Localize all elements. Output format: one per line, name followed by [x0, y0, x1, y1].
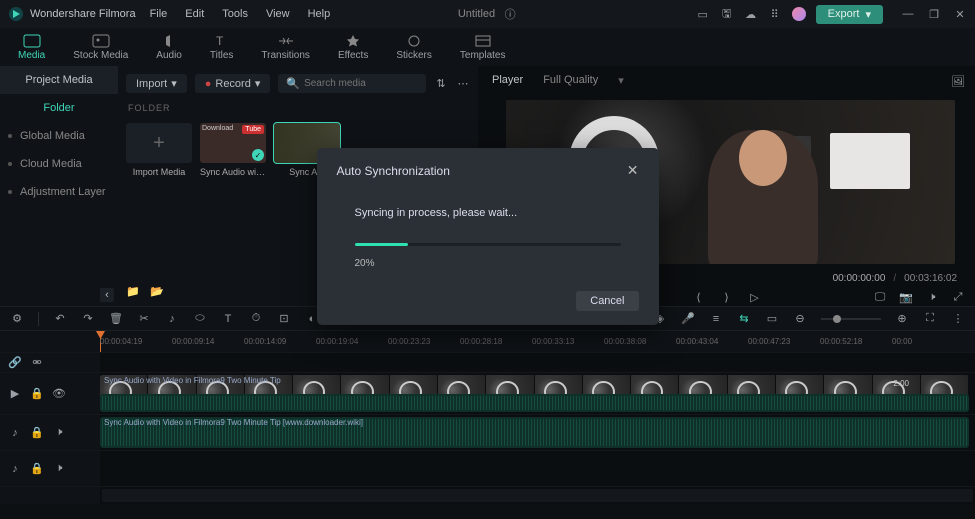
auto-sync-modal: Auto Synchronization ✕ Syncing in proces… [317, 148, 659, 325]
modal-overlay: Auto Synchronization ✕ Syncing in proces… [0, 0, 975, 519]
cancel-button[interactable]: Cancel [576, 291, 638, 311]
modal-title: Auto Synchronization [337, 164, 450, 178]
progress-bar [355, 243, 621, 246]
progress-percent: 20% [337, 258, 639, 269]
modal-message: Syncing in process, please wait... [337, 207, 639, 219]
modal-close-icon[interactable]: ✕ [627, 162, 639, 179]
progress-fill [355, 243, 408, 246]
